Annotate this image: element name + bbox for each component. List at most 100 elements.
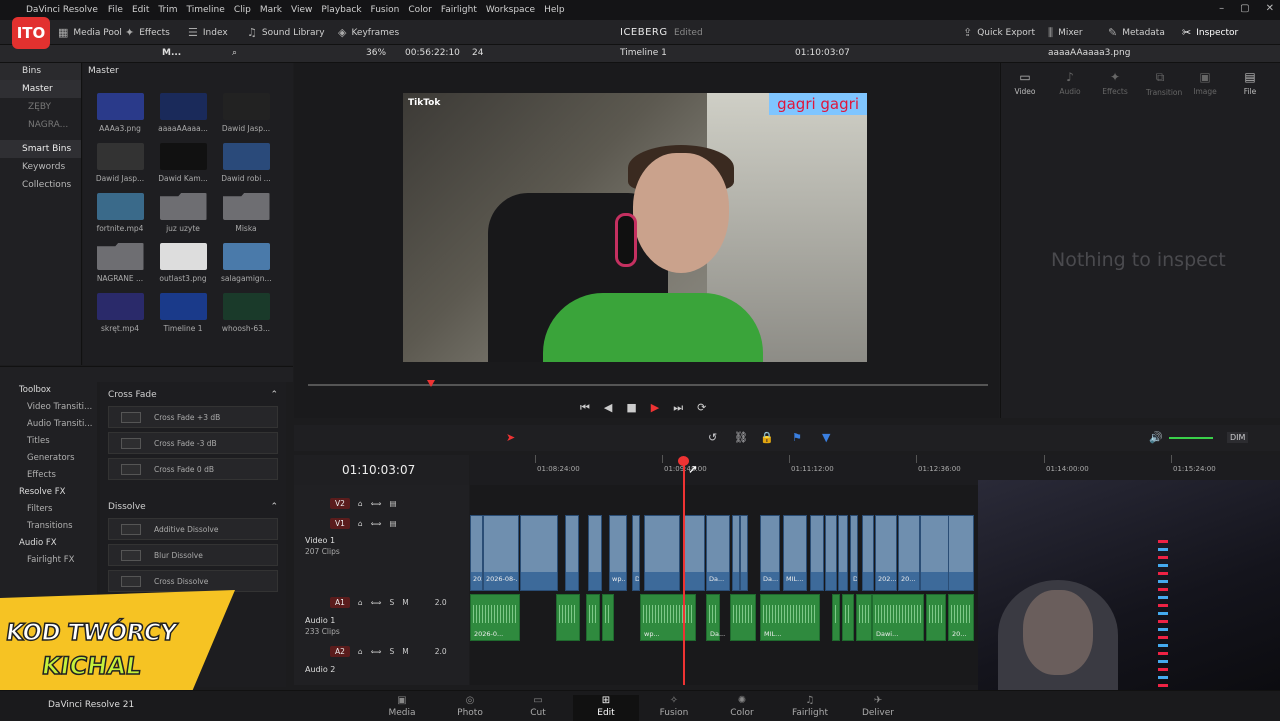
audio-clip[interactable] <box>856 594 872 641</box>
media-clip[interactable]: Miska <box>221 193 271 233</box>
audio-clip[interactable] <box>926 594 946 641</box>
volume-icon[interactable]: 🔊 <box>1149 431 1163 444</box>
media-clip[interactable]: whoosh-63... <box>221 293 271 333</box>
sound-library-button[interactable]: ♫ Sound Library <box>247 26 325 39</box>
video-clip[interactable] <box>948 515 974 591</box>
menu-playback[interactable]: Playback <box>321 5 361 15</box>
page-tab-fairlight[interactable]: ♫ Fairlight <box>780 695 840 718</box>
video-clip[interactable] <box>520 515 558 591</box>
video-clip[interactable] <box>740 515 748 591</box>
collapse-icon[interactable]: ⌃ <box>270 502 278 512</box>
media-clip[interactable]: outlast3.png <box>158 243 208 283</box>
video-clip[interactable]: 202... <box>875 515 897 591</box>
toolbox-audio-transitions[interactable]: Audio Transiti... <box>0 416 97 433</box>
fx-cross-fade-plus3[interactable]: Cross Fade +3 dB <box>108 406 278 428</box>
video-clip[interactable] <box>732 515 740 591</box>
inspector-tab-file[interactable]: ▤ File <box>1236 70 1264 97</box>
inspector-tab-transition[interactable]: ⧉ Transition <box>1146 70 1182 97</box>
toolbox-video-transitions[interactable]: Video Transiti... <box>0 399 97 416</box>
video-clip[interactable] <box>810 515 824 591</box>
timeline-tracks[interactable]: 2026-0... 2026-08-... wp... Da... Da... Da...… <box>470 485 980 685</box>
menu-file[interactable]: File <box>108 5 123 15</box>
inspector-tab-audio[interactable]: ♪ Audio <box>1056 70 1084 97</box>
page-tab-edit[interactable]: ⊞ Edit <box>573 695 639 721</box>
toolbox-generators[interactable]: Generators <box>0 450 97 467</box>
media-clip[interactable]: NAGRANE ... <box>95 243 145 283</box>
video-clip[interactable] <box>644 515 680 591</box>
viewer-scrubber[interactable] <box>308 384 988 386</box>
menu-clip[interactable]: Clip <box>234 5 251 15</box>
auto-select-icon[interactable]: ⟺ <box>371 647 382 656</box>
bin-master[interactable]: Master <box>0 80 81 98</box>
auto-select-icon[interactable]: ⟺ <box>371 519 382 528</box>
fx-cross-fade-0[interactable]: Cross Fade 0 dB <box>108 458 278 480</box>
toolbox-titles[interactable]: Titles <box>0 433 97 450</box>
video-clip[interactable]: MIL... <box>783 515 807 591</box>
search-icon[interactable]: ⌕ <box>232 48 237 58</box>
audio-clip[interactable]: wp... <box>640 594 696 641</box>
media-clip[interactable]: fortnite.mp4 <box>95 193 145 233</box>
audio-clip[interactable]: 20... <box>948 594 974 641</box>
track-enable-icon[interactable]: ▤ <box>389 519 396 528</box>
close-icon[interactable]: ✕ <box>1266 3 1274 14</box>
page-tab-color[interactable]: ✺ Color <box>712 695 772 718</box>
media-clip[interactable]: skręt.mp4 <box>95 293 145 333</box>
video-clip[interactable]: Da... <box>760 515 780 591</box>
resolve-fx-transitions[interactable]: Transitions <box>0 518 97 535</box>
video-clip[interactable] <box>588 515 602 591</box>
track-enable-icon[interactable]: ▤ <box>389 499 396 508</box>
media-clip[interactable]: Dawid Jasp... <box>95 143 145 183</box>
menu-fairlight[interactable]: Fairlight <box>441 5 477 15</box>
video-clip[interactable]: 20... <box>898 515 920 591</box>
lock-icon[interactable]: ⌂ <box>358 647 363 656</box>
fx-additive-dissolve[interactable]: Additive Dissolve <box>108 518 278 540</box>
volume-slider[interactable] <box>1169 437 1213 439</box>
mixer-button[interactable]: ⫼ Mixer <box>1048 26 1083 40</box>
media-clip[interactable]: Dawid robi ... <box>221 143 271 183</box>
inspector-button[interactable]: ✂ Inspector <box>1182 26 1238 39</box>
viewer-playhead[interactable] <box>427 380 435 387</box>
flag-icon[interactable]: ⚑ <box>792 431 802 444</box>
effects-button[interactable]: ✦ Effects <box>125 26 170 39</box>
menu-view[interactable]: View <box>291 5 312 15</box>
audio-clip[interactable] <box>556 594 580 641</box>
media-clip[interactable]: aaaaAAaaa... <box>158 93 208 133</box>
audio-clip[interactable]: Dawi... <box>872 594 924 641</box>
audio-clip[interactable]: MIL... <box>760 594 820 641</box>
page-tab-photo[interactable]: ◎ Photo <box>440 695 500 718</box>
video-clip[interactable] <box>825 515 837 591</box>
index-button[interactable]: ☰ Index <box>188 26 228 39</box>
fx-cross-fade-minus3[interactable]: Cross Fade -3 dB <box>108 432 278 454</box>
solo-icon[interactable]: S <box>389 647 394 656</box>
menu-color[interactable]: Color <box>408 5 432 15</box>
page-tab-fusion[interactable]: ✧ Fusion <box>644 695 704 718</box>
video-clip[interactable] <box>683 515 705 591</box>
go-to-start-icon[interactable]: ⏮ <box>580 401 590 415</box>
menu-mark[interactable]: Mark <box>260 5 282 15</box>
menu-edit[interactable]: Edit <box>132 5 149 15</box>
snapping-icon[interactable]: ↺ <box>708 431 717 444</box>
keyframes-button[interactable]: ◈ Keyframes <box>338 26 399 39</box>
video-clip[interactable] <box>565 515 579 591</box>
inspector-tab-effects[interactable]: ✦ Effects <box>1101 70 1129 97</box>
audio-fx-header[interactable]: Audio FX <box>0 535 97 552</box>
track-a1-id[interactable]: A1 <box>330 597 350 608</box>
fx-blur-dissolve[interactable]: Blur Dissolve <box>108 544 278 566</box>
menu-trim[interactable]: Trim <box>158 5 177 15</box>
maximize-icon[interactable]: ▢ <box>1240 3 1249 14</box>
lock-icon[interactable]: ⌂ <box>358 499 363 508</box>
inspector-tab-image[interactable]: ▣ Image <box>1191 70 1219 97</box>
mute-icon[interactable]: M <box>402 647 408 656</box>
video-clip[interactable]: wp... <box>609 515 627 591</box>
auto-select-icon[interactable]: ⟺ <box>371 499 382 508</box>
menu-timeline[interactable]: Timeline <box>187 5 225 15</box>
collapse-icon[interactable]: ⌃ <box>270 390 278 400</box>
minimize-icon[interactable]: – <box>1219 3 1224 14</box>
menu-workspace[interactable]: Workspace <box>486 5 535 15</box>
zoom-level[interactable]: 36% <box>366 48 386 58</box>
page-tab-media[interactable]: ▣ Media <box>372 695 432 718</box>
mute-icon[interactable]: M <box>402 598 408 607</box>
video-clip[interactable]: 2026-0... <box>470 515 483 591</box>
lock-icon[interactable]: 🔒 <box>760 431 774 444</box>
video-clip[interactable]: Da... <box>632 515 640 591</box>
